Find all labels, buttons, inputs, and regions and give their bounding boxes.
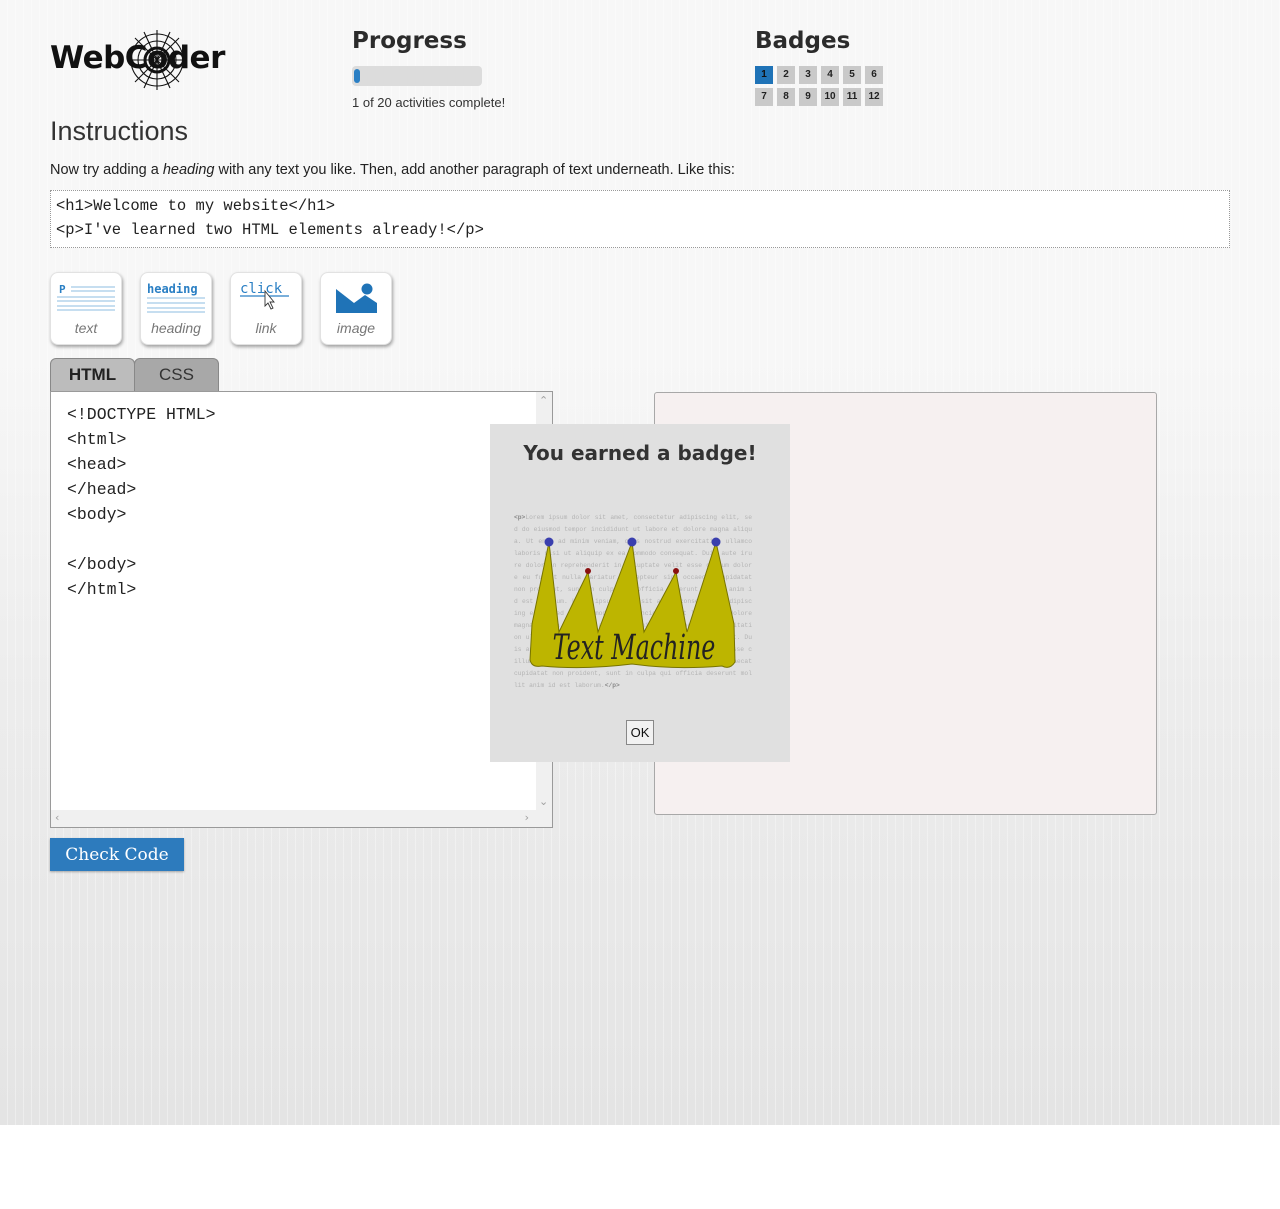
badge-1[interactable]: 1: [755, 66, 773, 84]
badge-6[interactable]: 6: [865, 66, 883, 84]
html-code-editor[interactable]: <!DOCTYPE HTML> <html> <head> </head> <b…: [50, 391, 553, 828]
badge-4[interactable]: 4: [821, 66, 839, 84]
code-example-line: <h1>Welcome to my website</h1>: [56, 197, 336, 215]
link-icon-text: click: [240, 281, 283, 297]
instructions-text-end: with any text you like. Then, add anothe…: [214, 162, 735, 178]
tab-html[interactable]: HTML: [50, 358, 135, 391]
heading-tool-button[interactable]: heading heading: [140, 272, 212, 345]
badge-11[interactable]: 11: [843, 88, 861, 106]
paragraph-icon-letter: P: [59, 283, 66, 296]
logo-text: WebCoder: [50, 40, 225, 76]
progress-bar: [352, 66, 482, 86]
heading-tool-label: heading: [151, 320, 201, 336]
badge-10[interactable]: 10: [821, 88, 839, 106]
link-tool-label: link: [255, 320, 277, 336]
webcoder-logo[interactable]: WebCoder: [50, 28, 225, 92]
image-icon: [336, 283, 377, 313]
scroll-down-icon[interactable]: ⌄: [539, 795, 548, 808]
badge-8[interactable]: 8: [777, 88, 795, 106]
check-code-button[interactable]: Check Code: [50, 838, 184, 871]
badge-earned-dialog: You earned a badge! <p>Lorem ipsum dolor…: [490, 424, 790, 762]
instructions-text-emphasis: heading: [162, 162, 215, 178]
page-background: WebCoder Progress 1 of 20 activities com…: [0, 0, 1280, 1125]
ok-button[interactable]: OK: [626, 720, 654, 745]
image-tool-button[interactable]: image: [320, 272, 392, 345]
link-icon: click: [240, 281, 289, 310]
badges-section: Badges 1 2 3 4 5 6 7 8 9 10 11 12: [755, 28, 955, 106]
badge-name: Text Machine: [553, 627, 716, 668]
editor-code[interactable]: <!DOCTYPE HTML> <html> <head> </head> <b…: [67, 402, 216, 602]
editor-horizontal-scrollbar[interactable]: ‹ ›: [51, 810, 535, 827]
text-machine-badge-image: <p>Lorem ipsum dolor sit amet, consectet…: [514, 512, 752, 704]
instructions-title: Instructions: [50, 116, 189, 146]
image-tool-label: image: [336, 320, 376, 336]
paragraph-icon: P: [57, 283, 115, 311]
crown-icon: Text Machine: [529, 537, 736, 668]
badges-title: Badges: [755, 28, 851, 54]
badge-7[interactable]: 7: [755, 88, 773, 106]
badge-3[interactable]: 3: [799, 66, 817, 84]
tab-css[interactable]: CSS: [134, 358, 219, 391]
heading-icon-text: heading: [147, 282, 198, 296]
scroll-left-icon[interactable]: ‹: [55, 811, 59, 824]
badge-12[interactable]: 12: [865, 88, 883, 106]
code-example-line: <p>I've learned two HTML elements alread…: [56, 221, 484, 239]
dialog-title: You earned a badge!: [523, 441, 757, 465]
progress-title: Progress: [352, 28, 467, 54]
scroll-right-icon[interactable]: ›: [525, 811, 529, 824]
progress-section: Progress 1 of 20 activities complete!: [352, 28, 612, 110]
code-example: <h1>Welcome to my website</h1> <p>I've l…: [50, 190, 1230, 248]
link-tool-button[interactable]: click link: [230, 272, 302, 345]
badge-5[interactable]: 5: [843, 66, 861, 84]
badge-9[interactable]: 9: [799, 88, 817, 106]
badge-2[interactable]: 2: [777, 66, 795, 84]
scrollbar-corner: [535, 810, 552, 827]
heading-icon: heading: [147, 282, 205, 313]
progress-text: 1 of 20 activities complete!: [352, 95, 506, 110]
text-tool-button[interactable]: P text: [50, 272, 122, 345]
text-tool-label: text: [74, 320, 98, 336]
instructions-text-start: Now try adding a: [50, 162, 163, 178]
instructions-text: Now try adding a heading with any text y…: [50, 162, 735, 178]
scroll-up-icon[interactable]: ⌃: [539, 394, 548, 407]
progress-bar-fill: [354, 69, 361, 83]
